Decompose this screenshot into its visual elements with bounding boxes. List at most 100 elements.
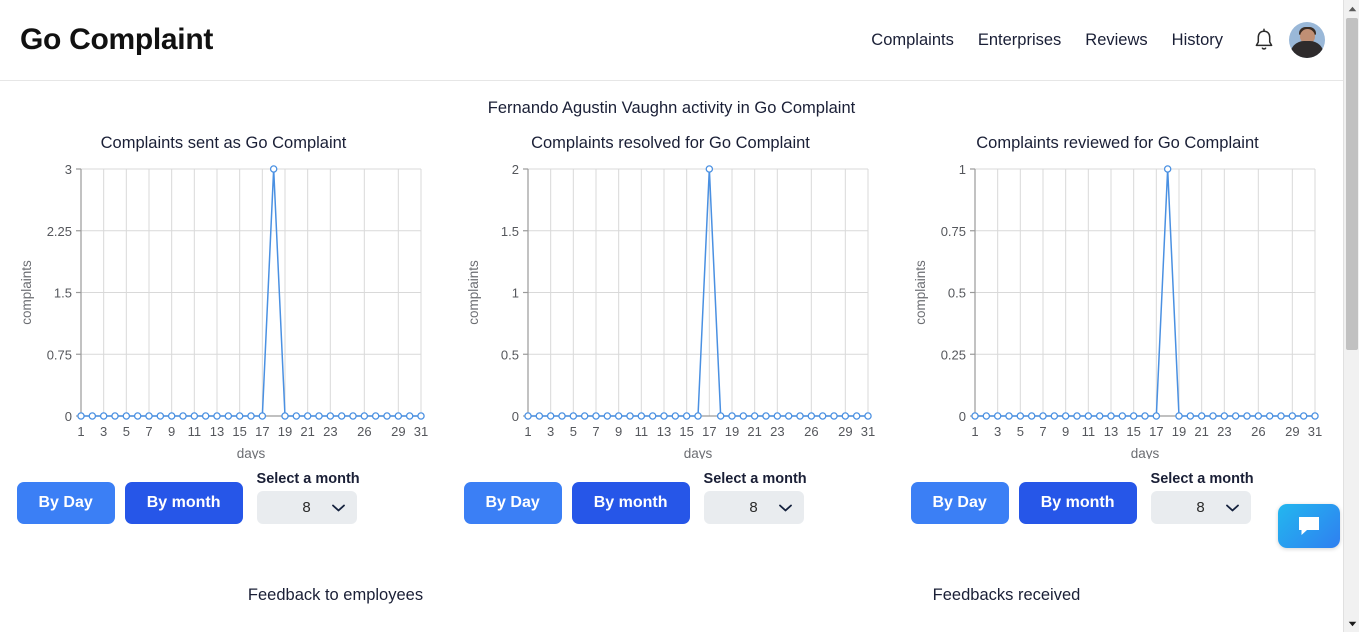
- month-select-sent[interactable]: 8: [256, 491, 357, 524]
- chevron-down-icon: [331, 504, 345, 512]
- notifications-button[interactable]: [1235, 28, 1289, 52]
- svg-text:31: 31: [413, 424, 427, 439]
- by-day-button-resolved[interactable]: By Day: [463, 482, 562, 524]
- chart-controls-resolved: By Day By month Select a month 8: [456, 471, 886, 524]
- svg-text:5: 5: [122, 424, 129, 439]
- feedbacks-received-title: Feedbacks received: [932, 586, 1081, 604]
- month-select-group-reviewed: Select a month 8: [1150, 471, 1254, 524]
- svg-text:5: 5: [569, 424, 576, 439]
- svg-text:17: 17: [1149, 424, 1163, 439]
- user-avatar[interactable]: [1289, 22, 1325, 58]
- svg-text:3: 3: [547, 424, 554, 439]
- x-axis-label: days: [683, 446, 712, 459]
- svg-text:0.25: 0.25: [940, 347, 965, 362]
- svg-text:21: 21: [747, 424, 761, 439]
- chat-widget-button[interactable]: [1278, 504, 1340, 548]
- by-day-button-sent[interactable]: By Day: [16, 482, 115, 524]
- feedback-to-employees-panel: Feedback to employees: [0, 586, 671, 605]
- chart-canvas-reviewed: 0 0.25 0.5 0.75 1 1 3 5 7 9 11 13 15 17 19 21 23 26 29 31 da…: [903, 159, 1333, 459]
- month-select-value-sent: 8: [302, 499, 311, 516]
- chart-panel-resolved: Complaints resolved for Go Complaint 0 0.…: [447, 134, 894, 524]
- month-select-value-reviewed: 8: [1196, 499, 1205, 516]
- svg-text:19: 19: [1171, 424, 1185, 439]
- main-content: Fernando Agustin Vaughn activity in Go C…: [0, 81, 1343, 605]
- svg-text:0.75: 0.75: [46, 347, 71, 362]
- scroll-down-arrow: [1348, 621, 1356, 626]
- nav-item-enterprises[interactable]: Enterprises: [966, 31, 1073, 50]
- line-chart-reviewed[interactable]: 00.250.50.7511 3 5 7 9 11 13 15 17 19 21 23 26 29 31da…: [903, 159, 1333, 459]
- svg-text:9: 9: [168, 424, 175, 439]
- svg-text:15: 15: [679, 424, 693, 439]
- svg-text:0.75: 0.75: [940, 224, 965, 239]
- feedbacks-received-panel: Feedbacks received: [671, 586, 1342, 605]
- svg-text:1.5: 1.5: [500, 224, 518, 239]
- svg-text:13: 13: [209, 424, 223, 439]
- chart-controls-reviewed: By Day By month Select a month 8: [903, 471, 1333, 524]
- svg-text:29: 29: [1285, 424, 1299, 439]
- svg-text:0.5: 0.5: [947, 286, 965, 301]
- scrollbar-thumb[interactable]: [1346, 18, 1358, 350]
- scroll-down-button[interactable]: [1344, 615, 1359, 632]
- app-header: Go Complaint Complaints Enterprises Revi…: [0, 0, 1343, 81]
- svg-text:1.5: 1.5: [53, 286, 71, 301]
- chart-title-sent: Complaints sent as Go Complaint: [100, 134, 347, 152]
- svg-text:9: 9: [615, 424, 622, 439]
- by-month-button-reviewed[interactable]: By month: [1018, 482, 1137, 524]
- chart-canvas-resolved: 0 0.5 1 1.5 2 1 3 5 7 9 11 13 15 17 19 21 23 26 29 31 days co…: [456, 159, 886, 459]
- chart-gridlines: [527, 168, 868, 417]
- svg-text:15: 15: [232, 424, 246, 439]
- feedback-to-employees-title: Feedback to employees: [247, 586, 424, 604]
- svg-text:0: 0: [64, 409, 71, 424]
- svg-text:31: 31: [1307, 424, 1321, 439]
- svg-text:13: 13: [656, 424, 670, 439]
- svg-text:1: 1: [77, 424, 84, 439]
- month-select-group-sent: Select a month 8: [256, 471, 360, 524]
- svg-text:29: 29: [838, 424, 852, 439]
- nav-item-history[interactable]: History: [1160, 31, 1235, 50]
- month-select-label-reviewed: Select a month: [1150, 471, 1254, 487]
- page-scrollbar[interactable]: [1343, 0, 1359, 632]
- svg-text:0: 0: [958, 409, 965, 424]
- nav-item-complaints[interactable]: Complaints: [859, 31, 966, 50]
- svg-text:13: 13: [1103, 424, 1117, 439]
- by-day-button-reviewed[interactable]: By Day: [910, 482, 1009, 524]
- chart-controls-sent: By Day By month Select a month 8: [9, 471, 439, 524]
- main-navigation: Complaints Enterprises Reviews History: [859, 22, 1325, 58]
- svg-text:3: 3: [994, 424, 1001, 439]
- scroll-up-button[interactable]: [1344, 0, 1359, 17]
- y-axis-label: complaints: [19, 260, 34, 325]
- svg-text:17: 17: [255, 424, 269, 439]
- svg-text:19: 19: [277, 424, 291, 439]
- svg-text:0.5: 0.5: [500, 347, 518, 362]
- month-select-label-sent: Select a month: [256, 471, 360, 487]
- line-chart-resolved[interactable]: 00.511.521 3 5 7 9 11 13 15 17 19 21 23 26 29 31daysco…: [456, 159, 886, 459]
- page-subtitle: Fernando Agustin Vaughn activity in Go C…: [487, 99, 856, 117]
- svg-text:5: 5: [1016, 424, 1023, 439]
- month-select-resolved[interactable]: 8: [703, 491, 804, 524]
- chart-gridlines: [974, 168, 1315, 417]
- bell-icon: [1255, 28, 1273, 50]
- chart-panel-sent: Complaints sent as Go Complaint 0 0.75 1.5…: [0, 134, 447, 524]
- svg-text:26: 26: [357, 424, 371, 439]
- by-month-button-sent[interactable]: By month: [124, 482, 243, 524]
- month-select-group-resolved: Select a month 8: [703, 471, 807, 524]
- svg-text:19: 19: [724, 424, 738, 439]
- chevron-down-icon: [1225, 504, 1239, 512]
- x-axis-label: days: [1130, 446, 1159, 459]
- svg-text:23: 23: [1217, 424, 1231, 439]
- chat-bubble-icon: [1299, 517, 1319, 535]
- month-select-reviewed[interactable]: 8: [1150, 491, 1251, 524]
- line-chart-sent[interactable]: 00.751.52.2531 3 5 7 9 11 13 15 17 19 21 23 26 29 31da…: [9, 159, 439, 459]
- svg-text:26: 26: [1251, 424, 1265, 439]
- by-month-button-resolved[interactable]: By month: [571, 482, 690, 524]
- nav-item-reviews[interactable]: Reviews: [1073, 31, 1159, 50]
- svg-text:23: 23: [323, 424, 337, 439]
- y-axis-label: complaints: [466, 260, 481, 325]
- svg-text:15: 15: [1126, 424, 1140, 439]
- scroll-up-arrow: [1348, 6, 1356, 11]
- svg-text:0: 0: [511, 409, 518, 424]
- svg-text:11: 11: [1081, 424, 1095, 439]
- app-brand-title: Go Complaint: [20, 23, 214, 56]
- svg-text:1: 1: [958, 162, 965, 177]
- charts-row: Complaints sent as Go Complaint 0 0.75 1.5…: [0, 134, 1343, 524]
